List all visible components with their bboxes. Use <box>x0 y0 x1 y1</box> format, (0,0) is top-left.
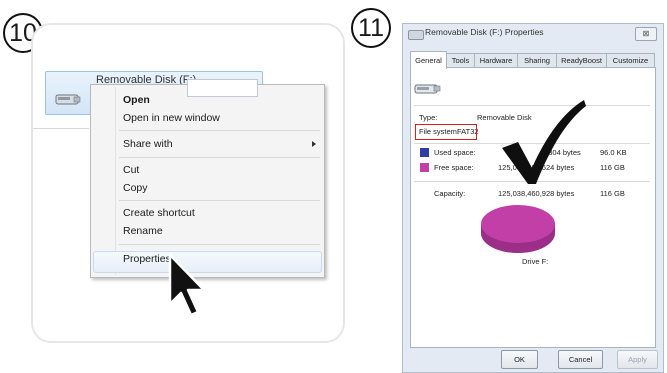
apply-button[interactable]: Apply <box>617 350 658 369</box>
menu-item-open[interactable]: Open <box>123 94 150 106</box>
tab-hardware[interactable]: Hardware <box>474 53 518 68</box>
drive-caption: Drive F: <box>522 257 549 266</box>
menu-item-rename[interactable]: Rename <box>123 225 163 237</box>
menu-separator <box>119 200 320 201</box>
dialog-title: Removable Disk (F:) Properties <box>425 27 544 37</box>
divider <box>33 128 89 129</box>
step-number-11: 11 <box>351 8 391 48</box>
properties-dialog: Removable Disk (F:) Properties ⊠ General… <box>402 23 664 373</box>
checkmark-icon <box>502 100 586 184</box>
menu-item-properties[interactable]: Properties <box>123 253 171 265</box>
drive-icon <box>408 30 424 40</box>
menu-separator <box>119 244 320 245</box>
used-space-size: 96.0 KB <box>600 148 627 157</box>
context-menu: Open Open in new window Share with Cut C… <box>90 84 325 278</box>
used-space-swatch <box>420 148 429 157</box>
tab-readyboost[interactable]: ReadyBoost <box>556 53 607 68</box>
usb-drive-icon <box>55 94 81 105</box>
tab-tools[interactable]: Tools <box>446 53 475 68</box>
menu-separator <box>119 130 320 131</box>
menu-separator <box>119 157 320 158</box>
free-space-size: 116 GB <box>600 163 625 172</box>
free-space-swatch <box>420 163 429 172</box>
disk-usage-pie <box>481 205 555 253</box>
capacity-size: 116 GB <box>600 189 625 198</box>
capacity-label: Capacity: <box>434 189 466 198</box>
mouse-pointer-icon <box>168 253 206 317</box>
menu-item-create-shortcut[interactable]: Create shortcut <box>123 207 195 219</box>
menu-item-open-new-window[interactable]: Open in new window <box>123 112 220 124</box>
menu-gutter <box>115 87 116 275</box>
submenu-arrow-icon <box>312 141 316 147</box>
ok-button[interactable]: OK <box>501 350 538 369</box>
capacity-bytes: 125,038,460,928 bytes <box>498 189 575 198</box>
removable-disk-icon <box>414 84 441 94</box>
close-button[interactable]: ⊠ <box>635 27 657 41</box>
tab-general[interactable]: General <box>410 51 447 69</box>
cancel-button[interactable]: Cancel <box>558 350 603 369</box>
menu-item-share-with[interactable]: Share with <box>123 138 173 150</box>
tab-customize[interactable]: Customize <box>606 53 655 68</box>
file-system-highlight-box <box>415 124 477 140</box>
drive-name-field[interactable] <box>187 79 258 97</box>
type-label: Type: <box>419 113 438 122</box>
tab-sharing[interactable]: Sharing <box>517 53 557 68</box>
menu-item-copy[interactable]: Copy <box>123 182 148 194</box>
free-space-label: Free space: <box>434 163 474 172</box>
used-space-label: Used space: <box>434 148 476 157</box>
menu-item-cut[interactable]: Cut <box>123 164 139 176</box>
